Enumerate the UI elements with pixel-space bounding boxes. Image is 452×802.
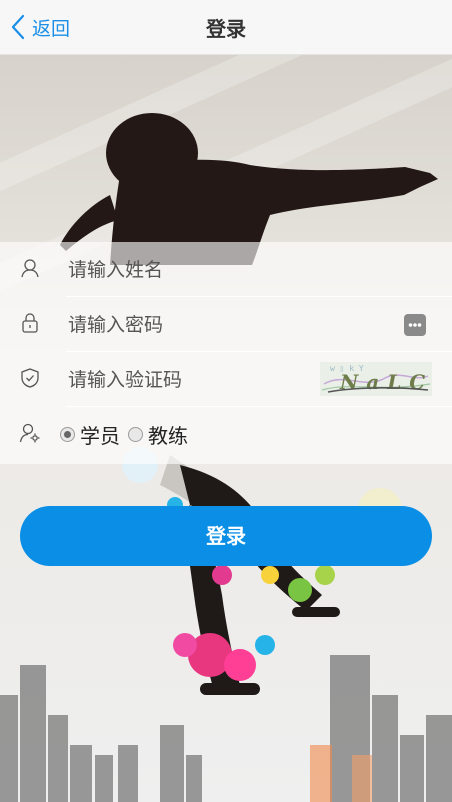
role-row: 学员 教练: [0, 407, 452, 461]
role-student-radio[interactable]: 学员: [60, 420, 120, 449]
role-coach-radio[interactable]: 教练: [128, 420, 188, 449]
role-student-label: 学员: [80, 424, 120, 448]
role-coach-label: 教练: [148, 424, 188, 448]
name-input[interactable]: [66, 252, 370, 288]
login-form: w ▯ k Y NaLC 学员 教: [0, 242, 452, 464]
top-bar: 返回 登录: [0, 0, 452, 55]
shield-check-icon: [21, 368, 39, 388]
password-input[interactable]: [66, 307, 370, 343]
page-title: 登录: [206, 17, 246, 41]
lock-icon: [22, 313, 38, 333]
login-button[interactable]: 登录: [20, 506, 432, 566]
captcha-text: NaLC: [339, 370, 432, 394]
radio-button[interactable]: [128, 427, 143, 442]
user-settings-icon: [19, 423, 40, 443]
captcha-image[interactable]: w ▯ k Y NaLC: [320, 362, 432, 396]
more-dots-icon: [408, 323, 422, 327]
captcha-row: w ▯ k Y NaLC: [0, 352, 452, 406]
user-icon: [21, 259, 39, 278]
name-row: [0, 242, 452, 296]
role-radio-group: 学员 教练: [60, 420, 196, 449]
show-password-toggle[interactable]: [404, 314, 426, 336]
password-row: [0, 297, 452, 351]
radio-button-selected[interactable]: [60, 427, 75, 442]
